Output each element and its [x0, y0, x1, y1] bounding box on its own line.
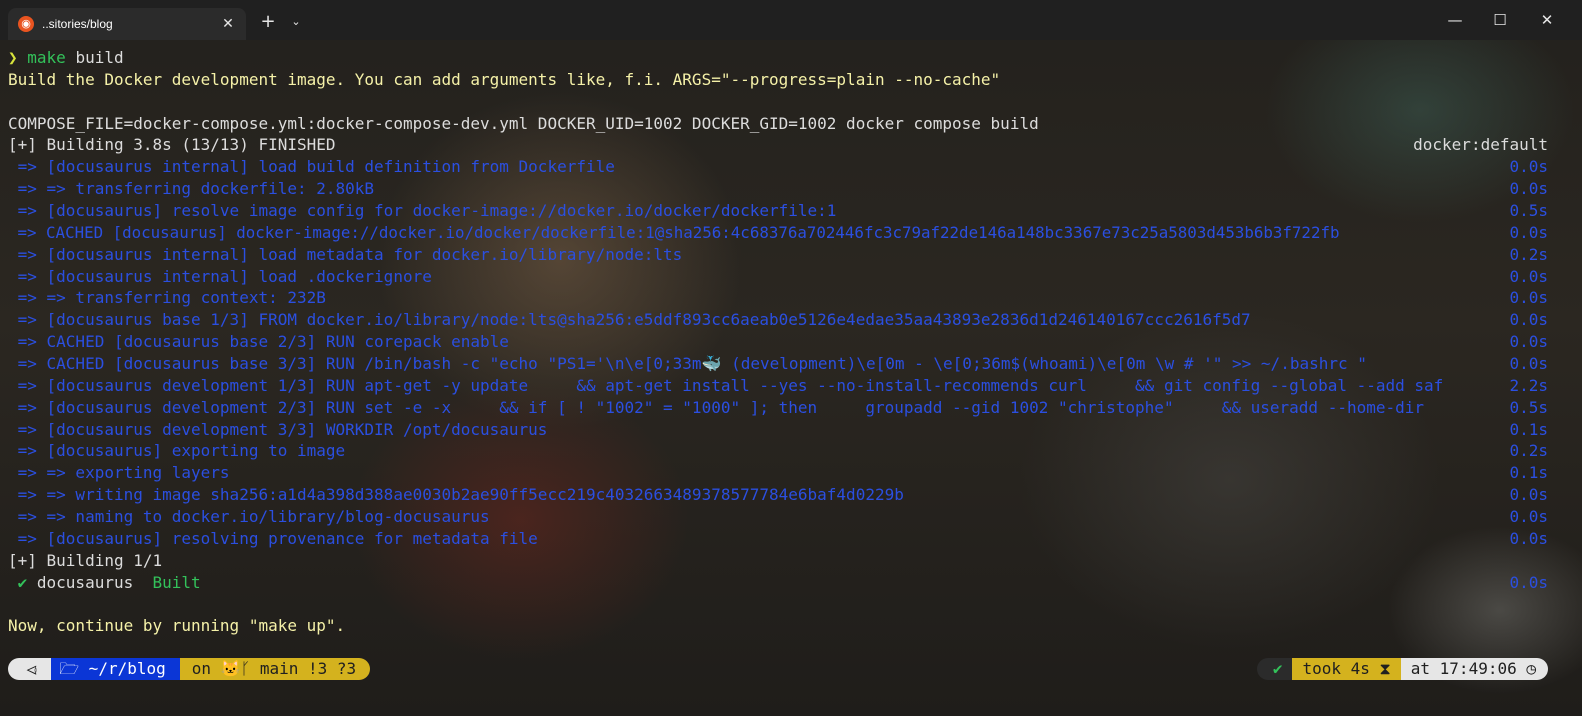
step-text: => => transferring dockerfile: 2.80kB [8, 179, 375, 198]
step-text: => => writing image sha256:a1d4a398d388a… [8, 485, 904, 504]
build-step: => [docusaurus] resolve image config for… [8, 200, 1548, 222]
builder-name: docker:default [1413, 135, 1548, 154]
step-text: => CACHED [docusaurus base 2/3] RUN core… [8, 332, 509, 351]
step-time: 0.1s [1509, 420, 1548, 439]
build-step: => CACHED [docusaurus base 3/3] RUN /bin… [8, 353, 1548, 375]
compose-command: COMPOSE_FILE=docker-compose.yml:docker-c… [8, 114, 1039, 133]
step-text: => [docusaurus] exporting to image [8, 441, 346, 460]
step-text: => [docusaurus development 1/3] RUN apt-… [8, 376, 1444, 395]
built-status: Built [133, 573, 201, 592]
time-segment: at 17:49:06 ◷ [1400, 658, 1548, 680]
github-icon: 🐱 [220, 659, 241, 678]
tab-close-icon[interactable]: ✕ [218, 14, 238, 34]
path-segment: 🗁 ~/r/blog [51, 658, 180, 680]
check-icon: ✔ [8, 573, 28, 592]
git-segment: on 🐱 ᚴ main !3 ?3 [179, 658, 371, 680]
step-text: => [docusaurus internal] load .dockerign… [8, 267, 432, 286]
built-time: 0.0s [1509, 573, 1548, 592]
build-step: => [docusaurus development 3/3] WORKDIR … [8, 419, 1548, 441]
maximize-button[interactable]: ☐ [1477, 8, 1523, 32]
continue-message: Now, continue by running "make up". [8, 616, 346, 635]
step-text: => [docusaurus] resolving provenance for… [8, 529, 538, 548]
build-step: => [docusaurus] exporting to image 0.2s [8, 440, 1548, 462]
new-tab-button[interactable]: + [258, 12, 278, 32]
step-time: 0.0s [1509, 332, 1548, 351]
command-make: make [27, 48, 66, 67]
building-header-text: [+] Building 3.8s (13/13) FINISHED [8, 135, 336, 154]
status-check-icon: ✔ [1256, 658, 1293, 680]
step-time: 0.0s [1509, 507, 1548, 526]
build-step: => [docusaurus base 1/3] FROM docker.io/… [8, 309, 1548, 331]
step-time: 0.0s [1509, 223, 1548, 242]
tab-blog[interactable]: ◉ ..sitories/blog ✕ [8, 8, 246, 40]
prompt-right: ✔ took 4s ⧗ at 17:49:06 ◷ [1256, 658, 1548, 680]
build-step: => [docusaurus internal] load build defi… [8, 156, 1548, 178]
build-step: => => transferring context: 232B 0.0s [8, 287, 1548, 309]
step-time: 0.1s [1509, 463, 1548, 482]
build-step: => [docusaurus internal] load .dockerign… [8, 266, 1548, 288]
build-info: Build the Docker development image. You … [8, 70, 1001, 89]
build-step: => CACHED [docusaurus] docker-image://do… [8, 222, 1549, 244]
build-step: => [docusaurus internal] load metadata f… [8, 244, 1548, 266]
build-step: => => naming to docker.io/library/blog-d… [8, 506, 1548, 528]
step-text: => [docusaurus base 1/3] FROM docker.io/… [8, 310, 1251, 329]
step-text: => [docusaurus internal] load metadata f… [8, 245, 683, 264]
step-time: 0.0s [1509, 179, 1548, 198]
path-text: ~/r/blog [79, 659, 166, 678]
prompt-left: ⏿ 🗁 ~/r/blog on 🐱 ᚴ main !3 ?3 [8, 658, 371, 680]
building-footer: [+] Building 1/1 [8, 551, 163, 570]
command-arg: build [65, 48, 124, 67]
step-time: 0.0s [1509, 288, 1548, 307]
branch-icon: ᚴ [240, 659, 251, 678]
prompt-symbol: ❯ [8, 48, 18, 67]
step-text: => CACHED [docusaurus] docker-image://do… [8, 223, 1340, 242]
step-time: 0.2s [1509, 441, 1548, 460]
command-line: ❯ make build [8, 47, 124, 69]
step-time: 0.5s [1509, 398, 1548, 417]
step-text: => [docusaurus] resolve image config for… [8, 201, 837, 220]
ubuntu-icon: ◉ [18, 16, 34, 32]
took-segment: took 4s ⧗ [1292, 658, 1401, 680]
step-text: => => transferring context: 232B [8, 288, 326, 307]
step-text: => [docusaurus internal] load build defi… [8, 157, 615, 176]
build-step: => => writing image sha256:a1d4a398d388a… [8, 484, 1548, 506]
build-step: => [docusaurus development 1/3] RUN apt-… [8, 375, 1548, 397]
terminal-window: ◉ ..sitories/blog ✕ + ⌄ — ☐ ✕ ❯ make bui… [0, 0, 1582, 716]
step-time: 0.2s [1509, 245, 1548, 264]
build-step: => CACHED [docusaurus base 2/3] RUN core… [8, 331, 1548, 353]
step-time: 0.0s [1509, 529, 1548, 548]
step-time: 0.0s [1509, 267, 1548, 286]
step-time: 0.5s [1509, 201, 1548, 220]
step-time: 0.0s [1509, 310, 1548, 329]
chevron-down-icon[interactable]: ⌄ [288, 12, 304, 32]
built-name: docusaurus [27, 573, 134, 592]
branch-text: main !3 ?3 [250, 659, 357, 678]
step-time: 0.0s [1509, 485, 1548, 504]
step-text: => [docusaurus development 3/3] WORKDIR … [8, 420, 548, 439]
tab-title: ..sitories/blog [42, 17, 113, 31]
step-text: => => naming to docker.io/library/blog-d… [8, 507, 490, 526]
close-button[interactable]: ✕ [1524, 8, 1570, 32]
build-step: => => exporting layers 0.1s [8, 462, 1548, 484]
build-step: => [docusaurus] resolving provenance for… [8, 528, 1548, 550]
step-text: => [docusaurus development 2/3] RUN set … [8, 398, 1425, 417]
building-header: [+] Building 3.8s (13/13) FINISHED docker… [8, 134, 1548, 156]
step-text: => CACHED [docusaurus base 3/3] RUN /bin… [8, 354, 1367, 373]
minimize-button[interactable]: — [1432, 8, 1478, 32]
os-icon: ⏿ [8, 658, 52, 680]
build-step: => [docusaurus development 2/3] RUN set … [8, 397, 1548, 419]
step-time: 0.0s [1509, 354, 1548, 373]
step-time: 2.2s [1509, 376, 1548, 395]
build-step: => => transferring dockerfile: 2.80kB 0.0… [8, 178, 1548, 200]
step-time: 0.0s [1509, 157, 1548, 176]
folder-icon: 🗁 [59, 659, 80, 678]
built-line: ✔ docusaurus Built 0.0s [8, 572, 1548, 594]
terminal-output[interactable]: ❯ make build Build the Docker developmen… [0, 47, 1582, 667]
step-text: => => exporting layers [8, 463, 230, 482]
titlebar: ◉ ..sitories/blog ✕ + ⌄ — ☐ ✕ [0, 0, 1582, 40]
git-prefix: on [191, 659, 221, 678]
